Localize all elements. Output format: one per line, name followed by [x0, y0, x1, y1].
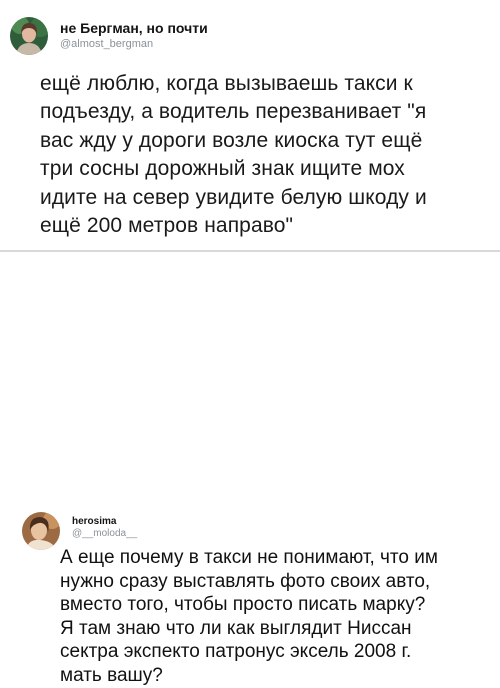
tweet-card-1: не Бергман, но почти @almost_bergman ещё… [0, 0, 500, 250]
username-handle[interactable]: @__moloda__ [72, 528, 137, 539]
avatar-photo-icon [22, 512, 60, 550]
avatar-photo-icon [10, 17, 48, 55]
tweet-text: А еще почему в такси не понимают, что им… [60, 547, 438, 686]
display-name[interactable]: не Бергман, но почти [60, 20, 208, 36]
avatar[interactable] [10, 17, 48, 55]
tweet-text: ещё люблю, когда вызываешь такси к подъе… [40, 72, 427, 238]
display-name[interactable]: herosima [72, 516, 116, 527]
avatar[interactable] [22, 512, 60, 550]
tweet-card-2: herosima @__moloda__ А еще почему в такс… [0, 252, 500, 686]
username-handle[interactable]: @almost_bergman [60, 38, 153, 50]
